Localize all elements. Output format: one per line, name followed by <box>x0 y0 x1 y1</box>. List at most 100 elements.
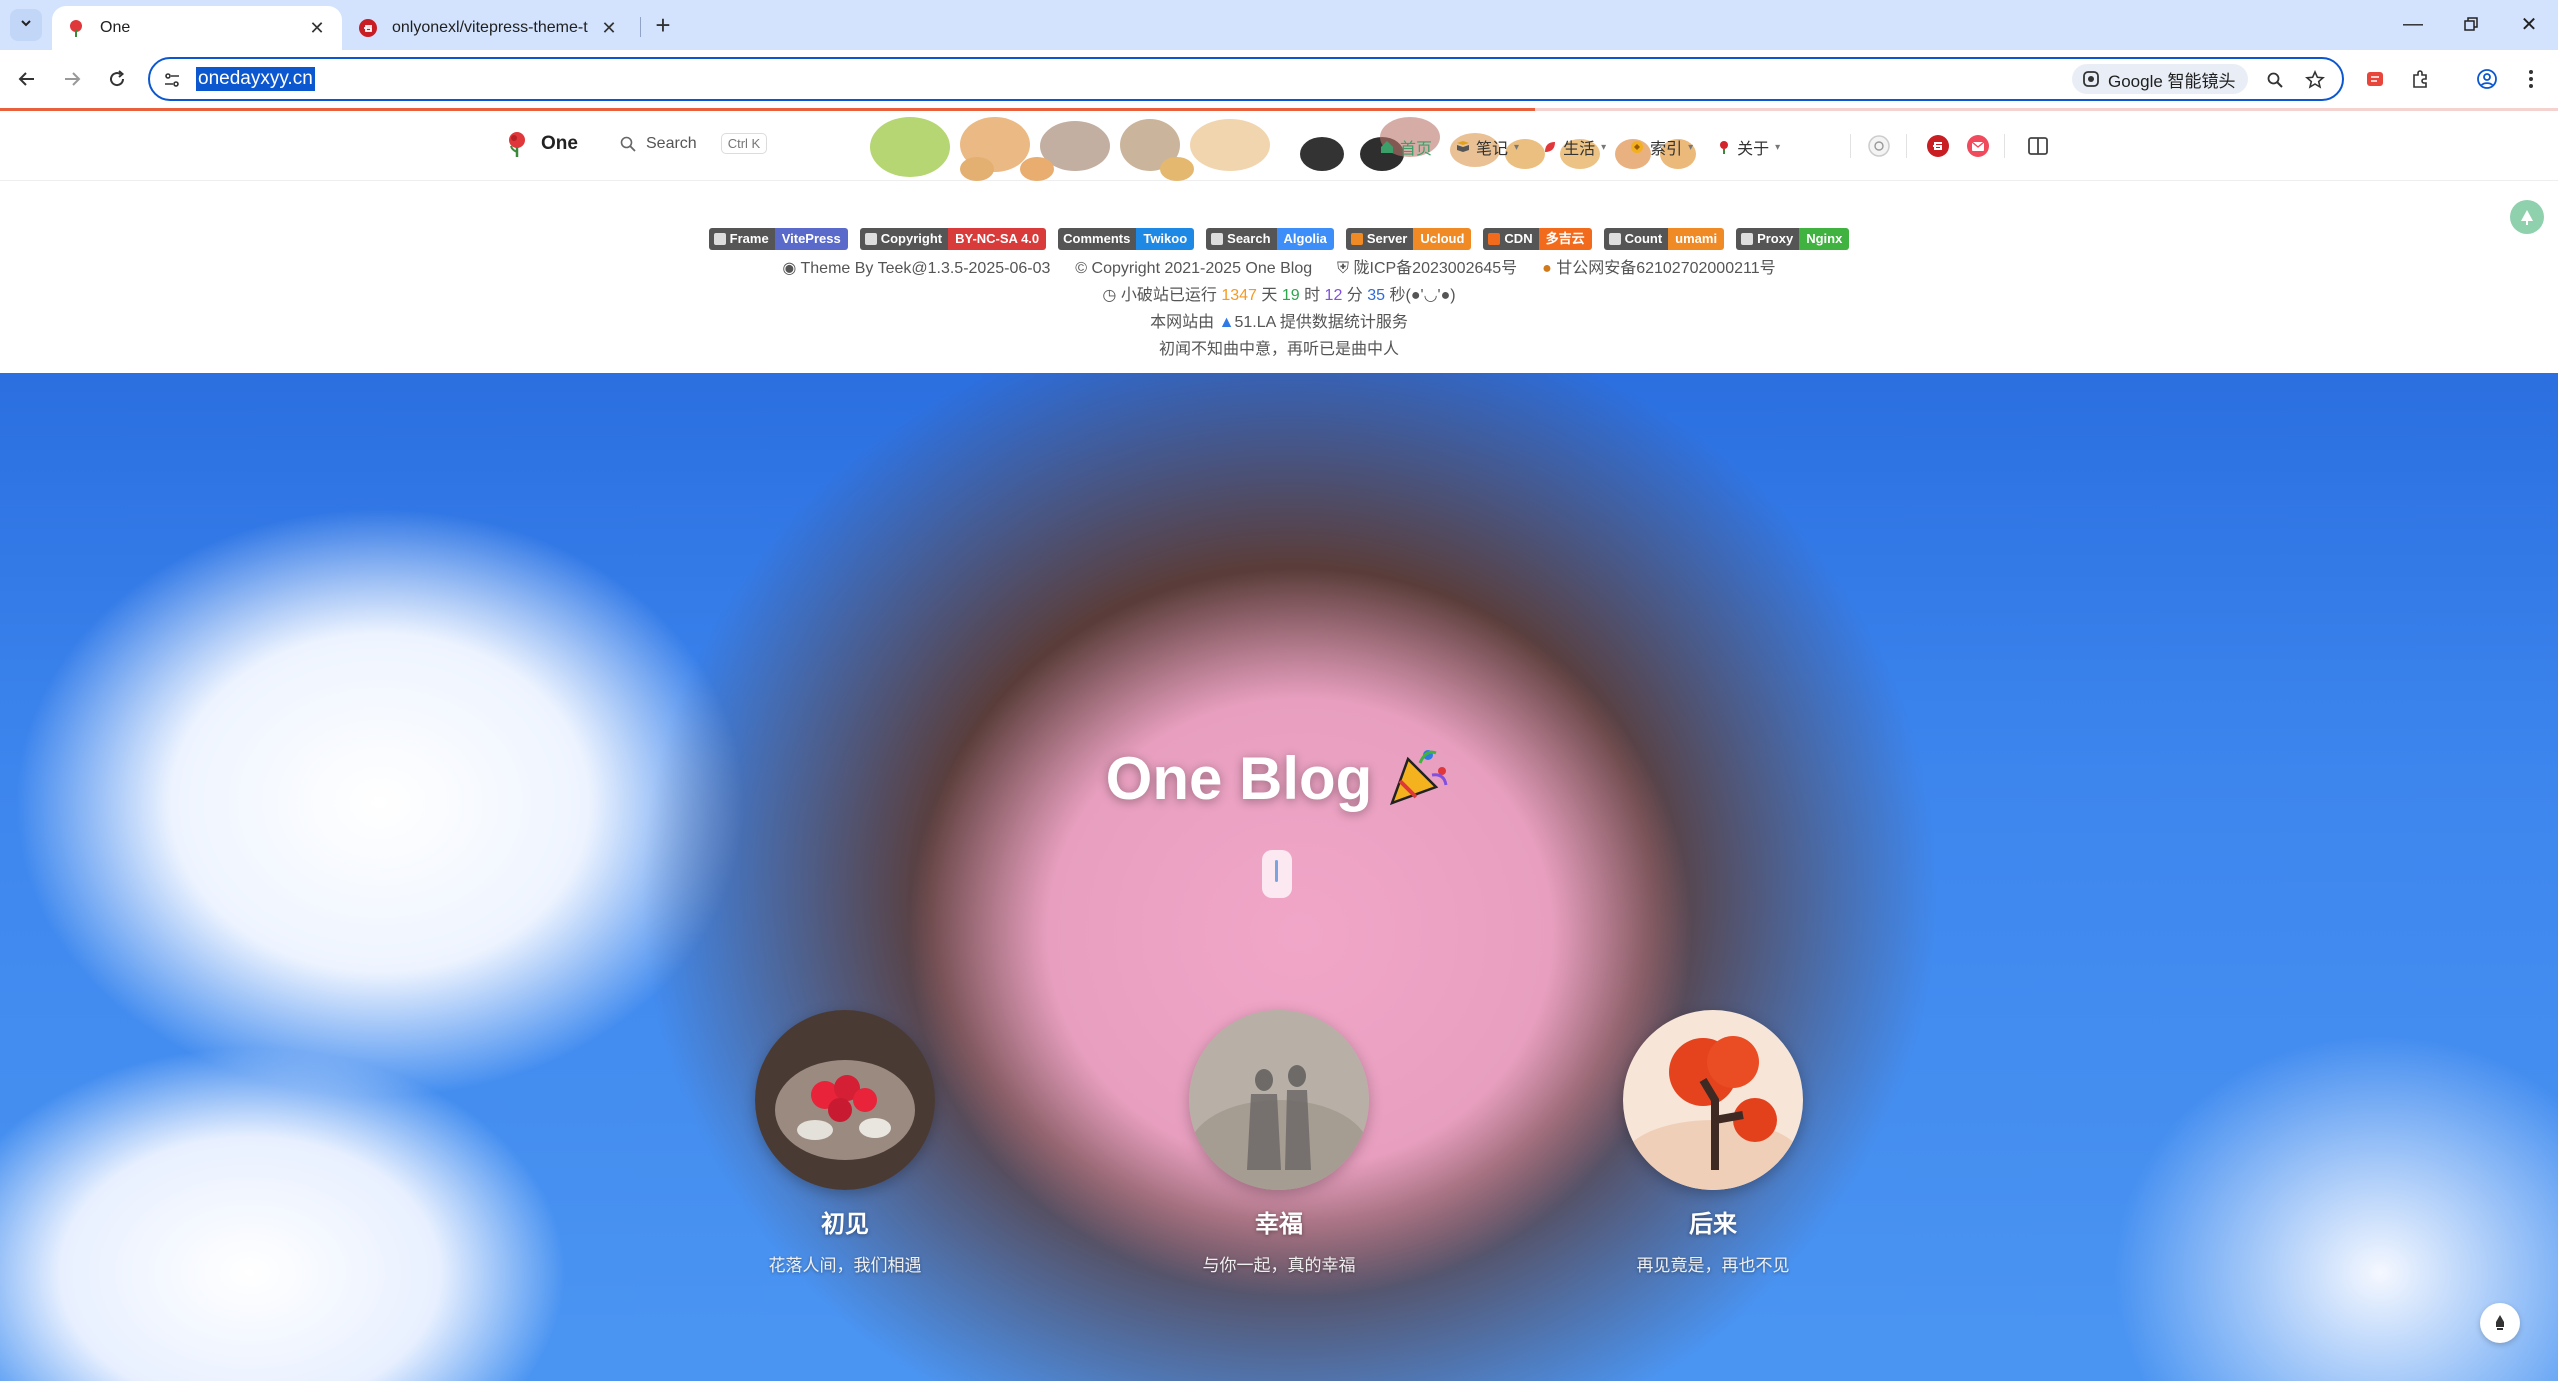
stats-provider-link[interactable]: 51.LA <box>1234 314 1275 331</box>
tree-icon <box>2521 210 2533 225</box>
forward-button[interactable] <box>55 62 89 96</box>
back-to-top-button[interactable] <box>2480 1303 2520 1343</box>
chevron-down-icon: ▾ <box>1514 141 1520 153</box>
restore-icon <box>2464 17 2478 31</box>
search-shortcut: Ctrl K <box>720 133 768 154</box>
tab-github-repo[interactable]: onlyonexl/vitepress-theme-t ✕ <box>344 6 634 50</box>
badge-cdn[interactable]: CDN 多吉云 <box>1483 228 1592 250</box>
chevron-down-icon <box>19 16 33 35</box>
runtime-hours: 19 <box>1281 287 1300 304</box>
party-popper-icon <box>1386 743 1452 823</box>
shield-icon: ⛨ <box>1337 260 1350 277</box>
runtime-days: 1347 <box>1221 287 1257 304</box>
restore-button[interactable] <box>2442 0 2500 48</box>
home-icon <box>1378 138 1396 156</box>
rose-logo-icon <box>509 132 525 157</box>
stats-line: 本网站由 ▲51.LA 提供数据统计服务 <box>1150 314 1408 331</box>
site-header: One Search Ctrl K 首页 笔记 ▾ 生活 ▾ 索引 ▾ 关于 ▾ <box>0 111 2558 181</box>
arrow-left-icon <box>18 72 34 86</box>
site-search-button[interactable]: Search Ctrl K <box>620 133 768 154</box>
site-brand-link[interactable]: One <box>503 130 578 158</box>
badge-comments[interactable]: Comments Twikoo <box>1058 228 1195 250</box>
url-text[interactable]: onedayxyy.cn <box>196 67 315 91</box>
feature-first-meeting[interactable]: 初见 花落人间，我们相遇 <box>695 1010 995 1276</box>
bookmark-star-icon[interactable] <box>2302 67 2328 93</box>
rose-favicon-icon <box>66 18 86 38</box>
search-icon <box>620 136 636 152</box>
new-tab-button[interactable]: + <box>648 10 678 40</box>
footer-meta-line: ◉ Theme By Teek@1.3.5-2025-06-03 © Copyr… <box>0 254 2558 278</box>
nav-divider <box>1850 134 1851 158</box>
runtime-minutes: 12 <box>1324 287 1343 304</box>
back-button[interactable] <box>10 62 44 96</box>
badge-copyright[interactable]: Copyright BY-NC-SA 4.0 <box>859 228 1047 250</box>
browser-toolbar: onedayxyy.cn Google 智能镜头 <box>0 50 2558 108</box>
search-label: Search <box>646 134 697 152</box>
close-icon[interactable]: ✕ <box>598 17 620 39</box>
badge-search[interactable]: Search Algolia <box>1206 228 1334 250</box>
book-icon <box>1454 138 1472 156</box>
hero-title: One Blog <box>0 743 2558 823</box>
zoom-icon[interactable] <box>2262 67 2288 93</box>
browser-tab-strip: One ✕ onlyonexl/vitepress-theme-t ✕ + — … <box>0 0 2558 50</box>
reload-button[interactable] <box>100 62 134 96</box>
rocket-icon <box>2496 1315 2504 1330</box>
icp-link[interactable]: 陇ICP备2023002645号 <box>1354 260 1518 277</box>
theme-credit-link[interactable]: Theme By Teek@1.3.5-2025-06-03 <box>801 260 1051 277</box>
kebab-menu-icon[interactable] <box>2514 62 2548 96</box>
badge-proxy[interactable]: Proxy Nginx <box>1736 228 1850 250</box>
feature-later[interactable]: 后来 再见竟是，再也不见 <box>1563 1010 1863 1276</box>
palette-icon: ◉ <box>782 260 797 277</box>
badge-frame[interactable]: Frame VitePress <box>708 228 848 250</box>
feature-happiness[interactable]: 幸福 与你一起，真的幸福 <box>1129 1010 1429 1276</box>
site-brand-name: One <box>541 133 578 154</box>
close-icon[interactable]: ✕ <box>306 17 328 39</box>
reading-mode-icon[interactable] <box>2024 132 2052 160</box>
mail-link-icon[interactable] <box>1964 132 1992 160</box>
menu-item-life[interactable]: 生活 ▾ <box>1541 135 1606 159</box>
chevron-down-icon: ▾ <box>1688 141 1694 153</box>
tab-search-button[interactable] <box>10 9 42 41</box>
badge-count[interactable]: Count umami <box>1603 228 1725 250</box>
menu-item-about[interactable]: 关于 ▾ <box>1715 135 1780 159</box>
extensions-puzzle-icon[interactable] <box>2403 62 2437 96</box>
lens-label: Google 智能镜头 <box>2108 71 2236 91</box>
address-bar[interactable]: onedayxyy.cn Google 智能镜头 <box>148 57 2344 101</box>
reload-icon <box>110 70 125 87</box>
menu-item-notes[interactable]: 笔记 ▾ <box>1454 135 1519 159</box>
runtime-line: ◷ 小破站已运行 1347 天 19 时 12 分 35 秒(●'◡'●) <box>1102 287 1456 304</box>
index-icon <box>1628 138 1646 156</box>
la51-icon: ▲ <box>1218 314 1235 331</box>
feature-image-couple <box>1189 1010 1369 1190</box>
hero-banner: One Blog 初见 花落人间，我们相遇 幸福 与你一起，真的幸福 后来 再见… <box>0 373 2558 1381</box>
site-info-icon[interactable] <box>160 68 184 92</box>
extension-red-icon[interactable] <box>2358 62 2392 96</box>
nav-divider <box>2004 134 2005 158</box>
google-lens-chip[interactable]: Google 智能镜头 <box>2072 64 2248 94</box>
menu-item-home[interactable]: 首页 <box>1378 135 1432 159</box>
runtime-seconds: 35 <box>1367 287 1386 304</box>
police-record-link[interactable]: 甘公网安备62102702000211号 <box>1556 260 1775 277</box>
police-badge-icon: ● <box>1542 260 1552 277</box>
site-main-menu: 首页 笔记 ▾ 生活 ▾ 索引 ▾ 关于 ▾ <box>1378 135 1780 159</box>
minimize-button[interactable]: — <box>2384 0 2442 48</box>
tab-title: One <box>100 19 131 36</box>
arrow-right-icon <box>65 72 81 86</box>
scroll-down-indicator[interactable] <box>1262 850 1292 898</box>
copyright-icon: © <box>1075 260 1088 277</box>
motto-line: 初闻不知曲中意，再听已是曲中人 <box>1158 341 1399 358</box>
badge-server[interactable]: Server Ucloud <box>1345 228 1472 250</box>
menu-item-index[interactable]: 索引 ▾ <box>1628 135 1693 159</box>
feature-image-red-tree <box>1623 1010 1803 1190</box>
tab-one[interactable]: One ✕ <box>52 6 342 50</box>
footer-badges: Frame VitePress Copyright BY-NC-SA 4.0 Com… <box>0 228 2558 250</box>
lens-icon <box>2082 70 2100 88</box>
close-window-button[interactable]: ✕ <box>2500 0 2558 48</box>
gitee-link-icon[interactable] <box>1924 132 1952 160</box>
profile-icon[interactable] <box>2470 62 2504 96</box>
tab-title: onlyonexl/vitepress-theme-t <box>392 19 588 36</box>
theme-toggle-sun-icon[interactable] <box>1865 132 1893 160</box>
copyright-text: Copyright 2021-2025 One Blog <box>1091 260 1313 277</box>
chevron-down-icon: ▾ <box>1775 141 1781 153</box>
nav-divider <box>1906 134 1907 158</box>
